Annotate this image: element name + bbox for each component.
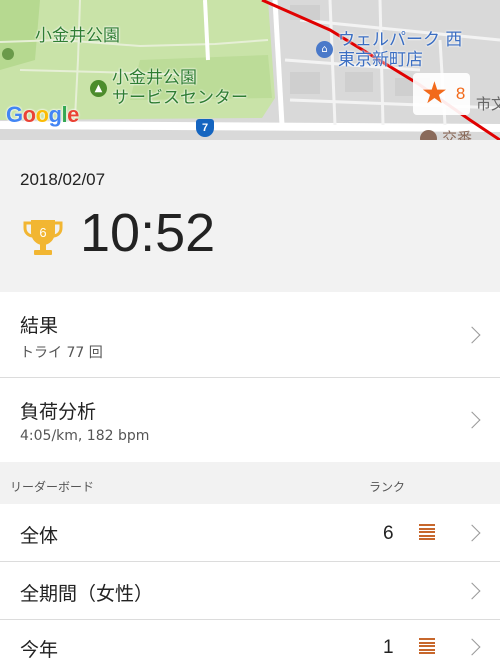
map-label-service-center-1: 小金井公園 <box>112 68 197 88</box>
google-letter: g <box>48 102 62 127</box>
chevron-right-icon <box>463 411 481 429</box>
chevron-right-icon <box>463 638 481 656</box>
leaderboard-header: リーダーボード ランク <box>0 462 500 504</box>
map-label-service-center-2: サービスセンター <box>112 88 248 108</box>
chevron-right-icon <box>463 524 481 542</box>
google-logo: Google <box>6 102 79 128</box>
park-pin-icon <box>2 48 14 60</box>
leaderboard-rank: 6 <box>383 523 394 544</box>
chevron-right-icon <box>463 582 481 600</box>
results-row[interactable]: 結果 トライ 77 回 <box>0 292 500 378</box>
trophy-rank: 6 <box>39 225 46 240</box>
google-letter: G <box>6 102 23 127</box>
map-label-shop-1: ウェルパーク 西 <box>338 30 463 50</box>
chevron-right-icon <box>463 326 481 344</box>
shop-pin-icon: ⌂ <box>316 41 333 58</box>
trophy-icon: 6 <box>23 220 63 255</box>
map-label-partial-right: 市文 <box>476 95 500 113</box>
police-pin-icon <box>420 130 437 140</box>
load-analysis-subtitle: 4:05/km, 182 bpm <box>20 428 150 444</box>
results-title: 結果 <box>20 315 59 337</box>
leaderboard-row-overall[interactable]: 全体 6 <box>0 504 500 562</box>
park-service-pin-icon: ▲ <box>90 80 107 97</box>
star-icon: ★ <box>421 76 448 111</box>
segment-header: 2018/02/07 6 10:52 <box>0 140 500 292</box>
route-number-badge: 7 <box>196 119 214 137</box>
segment-marker[interactable]: ★ 8 <box>413 73 470 115</box>
google-letter: o <box>35 102 49 127</box>
map-label-shop-2: 東京新町店 <box>338 50 423 70</box>
leaderboard-rank: 1 <box>383 637 394 658</box>
map-view[interactable]: 小金井公園 ▲ 小金井公園 サービスセンター ⌂ ウェルパーク 西 東京新町店 … <box>0 0 500 140</box>
leaderboard-list-icon <box>419 524 435 541</box>
leaderboard-row-this-year[interactable]: 今年 1 <box>0 620 500 672</box>
google-letter: o <box>22 102 36 127</box>
leaderboard-list-icon <box>419 638 435 655</box>
elapsed-time: 10:52 <box>80 203 216 263</box>
segment-count: 8 <box>455 84 466 103</box>
leaderboard-row-all-time-women[interactable]: 全期間（女性） <box>0 562 500 620</box>
leaderboard-row-label: 今年 <box>20 639 59 661</box>
rank-column-label: ランク <box>369 480 406 494</box>
results-subtitle: トライ 77 回 <box>20 345 103 361</box>
map-label-partial-bottom: 交番 <box>442 129 473 140</box>
leaderboard-row-label: 全体 <box>20 525 59 547</box>
google-letter: e <box>67 102 79 127</box>
leaderboard-row-label: 全期間（女性） <box>20 583 154 605</box>
load-analysis-row[interactable]: 負荷分析 4:05/km, 182 bpm <box>0 378 500 462</box>
leaderboard-label: リーダーボード <box>10 480 95 494</box>
map-label-park: 小金井公園 <box>35 26 120 46</box>
activity-date: 2018/02/07 <box>20 170 106 189</box>
load-analysis-title: 負荷分析 <box>20 401 97 423</box>
